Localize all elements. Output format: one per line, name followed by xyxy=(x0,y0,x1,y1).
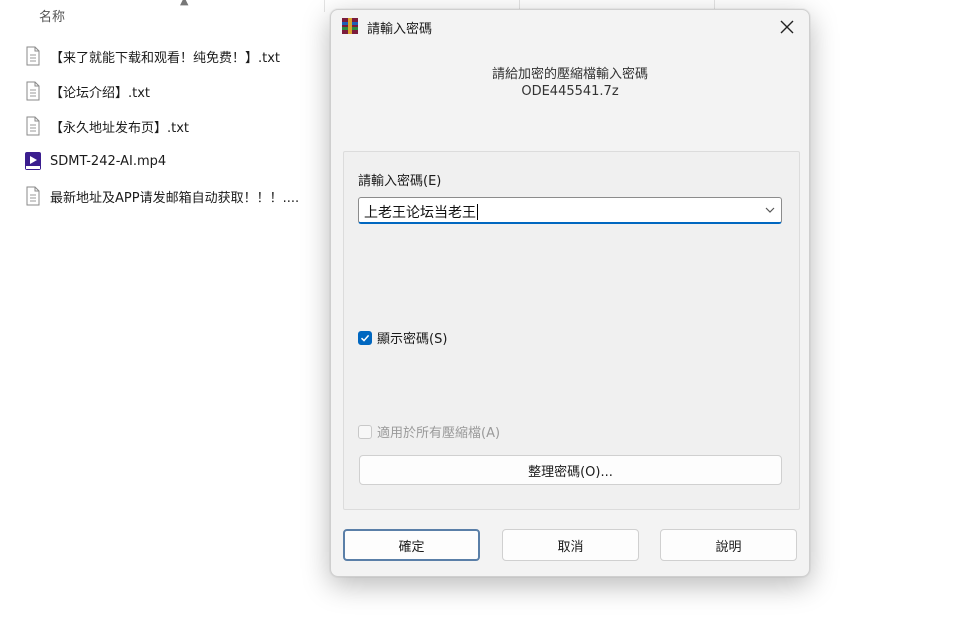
prompt-text: 請給加密的壓縮檔輸入密碼 xyxy=(491,67,648,82)
file-name: 【来了就能下载和观看！纯免费！】.txt xyxy=(50,50,281,66)
file-row[interactable]: 【论坛介绍】.txt xyxy=(24,78,324,104)
winrar-icon xyxy=(342,18,358,34)
close-icon xyxy=(780,20,794,34)
file-row[interactable]: 最新地址及APP请发邮箱自动获取！！！.... xyxy=(24,183,324,209)
close-button[interactable] xyxy=(769,12,805,42)
archive-name: ODE445541.7z xyxy=(521,84,619,99)
text-file-icon xyxy=(26,81,40,101)
help-button[interactable]: 說明 xyxy=(660,529,797,561)
column-header-name[interactable]: 名称 xyxy=(39,6,65,25)
file-row[interactable]: SDMT-242-AI.mp4 xyxy=(24,148,324,174)
show-password-label: 顯示密碼(S) xyxy=(377,332,448,347)
video-file-icon xyxy=(25,152,41,170)
file-name: 【永久地址发布页】.txt xyxy=(50,120,190,136)
file-row[interactable]: 【来了就能下载和观看！纯免费！】.txt xyxy=(24,43,324,69)
text-file-icon xyxy=(26,186,40,206)
password-input[interactable]: 上老王论坛当老王 xyxy=(358,197,782,224)
text-caret xyxy=(477,204,478,220)
apply-all-option: 適用於所有壓縮檔(A) xyxy=(358,422,500,441)
column-divider[interactable] xyxy=(324,0,325,12)
file-row[interactable]: 【永久地址发布页】.txt xyxy=(24,113,324,139)
ok-button[interactable]: 確定 xyxy=(343,529,480,561)
organize-passwords-button[interactable]: 整理密碼(O)... xyxy=(359,455,782,485)
file-name: 【论坛介绍】.txt xyxy=(50,85,151,101)
cancel-button[interactable]: 取消 xyxy=(502,529,639,561)
password-panel: 請輸入密碼(E) 上老王论坛当老王 顯示密碼(S) 適用於所有壓縮檔(A) 整理… xyxy=(343,151,800,510)
text-file-icon xyxy=(26,46,40,66)
checkmark-icon xyxy=(360,334,370,342)
apply-all-checkbox xyxy=(358,424,372,439)
dialog-title: 請輸入密碼 xyxy=(367,22,433,37)
sort-ascending-icon: ▲ xyxy=(180,0,189,7)
dialog-prompt: 請給加密的壓縮檔輸入密碼 ODE445541.7z xyxy=(331,66,809,100)
file-name: 最新地址及APP请发邮箱自动获取！！！.... xyxy=(50,190,300,206)
file-name: SDMT-242-AI.mp4 xyxy=(50,153,167,169)
password-dialog: 請輸入密碼 請給加密的壓縮檔輸入密碼 ODE445541.7z 請輸入密碼(E)… xyxy=(330,9,810,577)
show-password-option[interactable]: 顯示密碼(S) xyxy=(358,328,447,347)
dialog-titlebar[interactable]: 請輸入密碼 xyxy=(331,10,809,44)
show-password-checkbox[interactable] xyxy=(358,330,372,345)
password-value: 上老王论坛当老王 xyxy=(364,205,476,221)
apply-all-label: 適用於所有壓縮檔(A) xyxy=(377,426,501,441)
password-label: 請輸入密碼(E) xyxy=(358,174,442,189)
chevron-down-icon[interactable] xyxy=(764,205,776,215)
text-file-icon xyxy=(26,116,40,136)
